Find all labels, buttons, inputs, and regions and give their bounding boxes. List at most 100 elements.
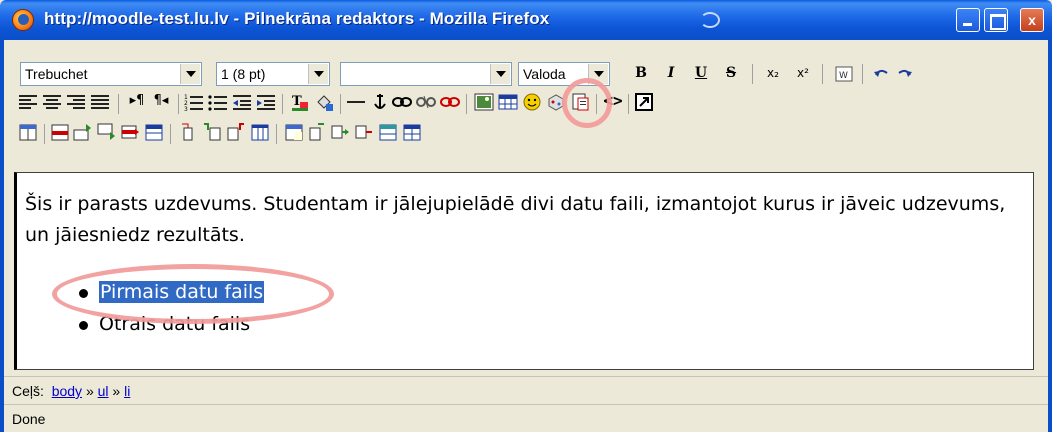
- chevron-down-icon[interactable]: [588, 64, 608, 84]
- no-link-icon[interactable]: [440, 92, 460, 112]
- chevron-down-icon[interactable]: [308, 64, 328, 84]
- toolbar-separator: [466, 94, 467, 114]
- background-color-icon[interactable]: [314, 92, 334, 112]
- editor-paragraph: Šis ir parasts uzdevums. Studentam ir jā…: [25, 193, 1006, 246]
- firefox-icon: [12, 9, 34, 31]
- insert-table-icon[interactable]: [498, 92, 518, 112]
- delete-cell-icon[interactable]: [354, 122, 374, 142]
- rtl-button[interactable]: ¶◂: [150, 90, 172, 112]
- bullet-icon: [79, 321, 88, 330]
- path-separator: »: [112, 383, 121, 399]
- justify-icon[interactable]: [90, 92, 110, 112]
- toolbar-separator: [282, 94, 283, 114]
- swirl-icon: [700, 12, 720, 28]
- unordered-list-icon[interactable]: [208, 92, 228, 112]
- browser-window: http://moodle-test.lu.lv - Pilnekrāna re…: [0, 0, 1052, 432]
- underline-button[interactable]: U: [690, 62, 712, 84]
- paste-text-icon[interactable]: [570, 92, 590, 112]
- style-select[interactable]: [340, 62, 512, 86]
- insert-column-after-icon[interactable]: [226, 122, 246, 142]
- fullscreen-icon[interactable]: [634, 92, 654, 112]
- italic-button[interactable]: I: [660, 62, 682, 84]
- window-title: http://moodle-test.lu.lv - Pilnekrāna re…: [44, 9, 550, 28]
- bold-button[interactable]: B: [630, 62, 652, 84]
- bullet-icon: [79, 289, 88, 298]
- toolbar-separator: [628, 94, 629, 114]
- chevron-down-icon[interactable]: [490, 64, 510, 84]
- toolbar-separator: [822, 64, 823, 84]
- table-properties-icon[interactable]: [18, 122, 38, 142]
- unlink-icon[interactable]: [416, 92, 436, 112]
- element-path-bar: Ceļš: body » ul » li: [4, 376, 1048, 404]
- font-family-value: Trebuchet: [25, 66, 88, 82]
- superscript-button[interactable]: x²: [792, 62, 814, 84]
- merge-cells-icon[interactable]: [378, 122, 398, 142]
- insert-cell-before-icon[interactable]: [306, 122, 326, 142]
- delete-column-icon[interactable]: [250, 122, 270, 142]
- cell-properties-icon[interactable]: [284, 122, 304, 142]
- status-bar: Done: [4, 404, 1048, 432]
- svg-text:W: W: [839, 71, 848, 81]
- insert-cell-after-icon[interactable]: [330, 122, 350, 142]
- editor-content-area[interactable]: Šis ir parasts uzdevums. Studentam ir jā…: [14, 172, 1034, 370]
- align-left-icon[interactable]: [18, 92, 38, 112]
- toolbar-separator: [276, 124, 277, 144]
- path-crumb-body[interactable]: body: [52, 383, 82, 399]
- font-size-value: 1 (8 pt): [221, 66, 266, 82]
- list-item[interactable]: Otrais datu fails: [77, 309, 264, 341]
- ordered-list-icon[interactable]: 123: [184, 92, 204, 113]
- special-character-icon[interactable]: [546, 92, 566, 112]
- path-label: Ceļš:: [12, 383, 44, 399]
- font-family-select[interactable]: Trebuchet: [20, 62, 202, 86]
- smiley-icon[interactable]: [522, 92, 542, 112]
- svg-text:3: 3: [184, 106, 188, 112]
- align-center-icon[interactable]: [42, 92, 62, 112]
- minimize-button[interactable]: [956, 8, 980, 32]
- redo-icon[interactable]: [894, 64, 914, 84]
- insert-image-icon[interactable]: [474, 92, 494, 112]
- toolbar-separator: [118, 94, 119, 114]
- list-item[interactable]: Pirmais datu fails: [77, 277, 265, 309]
- undo-icon[interactable]: [872, 64, 892, 84]
- editor-bullet-list: Pirmais datu fails Otrais datu fails: [77, 277, 265, 341]
- toolbar-separator: [44, 124, 45, 144]
- ltr-button[interactable]: ▸¶: [126, 90, 148, 112]
- maximize-button[interactable]: [984, 8, 1008, 32]
- list-item-label: Pirmais datu fails: [99, 281, 265, 303]
- window-frame-right: [1048, 40, 1052, 432]
- path-crumb-ul[interactable]: ul: [98, 383, 109, 399]
- insert-row-before-icon[interactable]: [72, 122, 92, 142]
- insert-column-before-icon[interactable]: [202, 122, 222, 142]
- split-cells-icon[interactable]: [402, 122, 422, 142]
- split-row-icon[interactable]: [144, 122, 164, 142]
- title-bar[interactable]: http://moodle-test.lu.lv - Pilnekrāna re…: [0, 0, 1052, 40]
- path-crumb-li[interactable]: li: [124, 383, 130, 399]
- insert-link-icon[interactable]: [392, 92, 412, 112]
- row-properties-icon[interactable]: [50, 122, 70, 142]
- language-select[interactable]: Valoda: [518, 62, 610, 86]
- horizontal-rule-icon[interactable]: [346, 92, 366, 112]
- language-value: Valoda: [523, 66, 566, 82]
- outdent-icon[interactable]: [232, 92, 252, 112]
- subscript-button[interactable]: x₂: [762, 62, 784, 84]
- align-right-icon[interactable]: [66, 92, 86, 112]
- close-button[interactable]: x: [1020, 8, 1044, 32]
- path-separator: »: [85, 383, 94, 399]
- toolbar-separator: [178, 94, 179, 114]
- toolbar-separator: [170, 124, 171, 144]
- html-source-button[interactable]: <>: [602, 90, 624, 112]
- chevron-down-icon[interactable]: [180, 64, 200, 84]
- list-item-label: Otrais datu fails: [99, 313, 251, 335]
- column-properties-icon[interactable]: [178, 122, 198, 142]
- toolbar-separator: [340, 94, 341, 114]
- status-text: Done: [12, 411, 46, 427]
- insert-row-after-icon[interactable]: [96, 122, 116, 142]
- anchor-icon[interactable]: [370, 92, 390, 112]
- delete-row-icon[interactable]: [120, 122, 140, 142]
- font-size-select[interactable]: 1 (8 pt): [216, 62, 330, 86]
- clean-word-icon[interactable]: W: [834, 64, 854, 84]
- text-color-icon[interactable]: T: [290, 92, 310, 112]
- strikethrough-button[interactable]: S: [720, 62, 742, 84]
- indent-icon[interactable]: [256, 92, 276, 112]
- toolbar-separator: [752, 64, 753, 84]
